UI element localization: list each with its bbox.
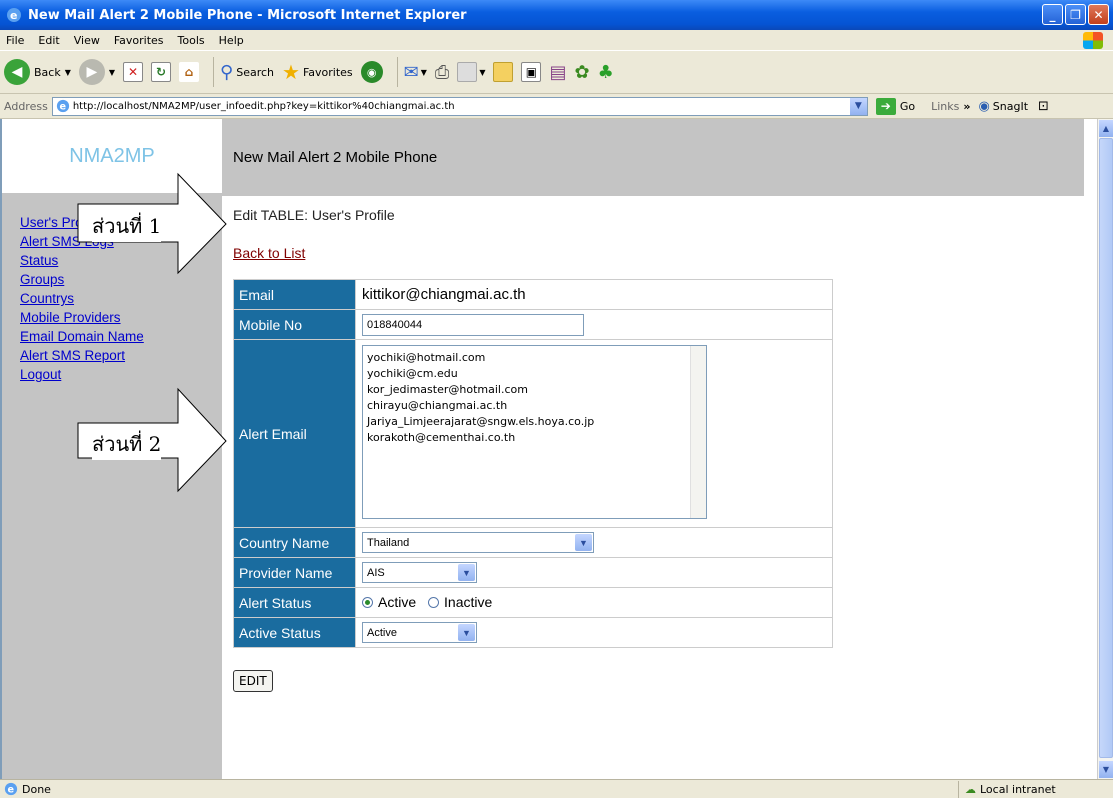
status-bar: e Done ☁ Local intranet bbox=[0, 779, 1113, 798]
intranet-icon: ☁ bbox=[965, 783, 976, 796]
status-text: Done bbox=[22, 782, 51, 796]
callout-part-1: ส่วนที่ 1 bbox=[92, 210, 162, 242]
page-done-icon: e bbox=[4, 782, 18, 796]
callout-arrows bbox=[77, 172, 227, 493]
callout-part-2: ส่วนที่ 2 bbox=[92, 428, 162, 460]
svg-text:e: e bbox=[8, 785, 15, 796]
security-zone: ☁ Local intranet bbox=[958, 781, 1103, 798]
zone-label: Local intranet bbox=[980, 783, 1056, 796]
